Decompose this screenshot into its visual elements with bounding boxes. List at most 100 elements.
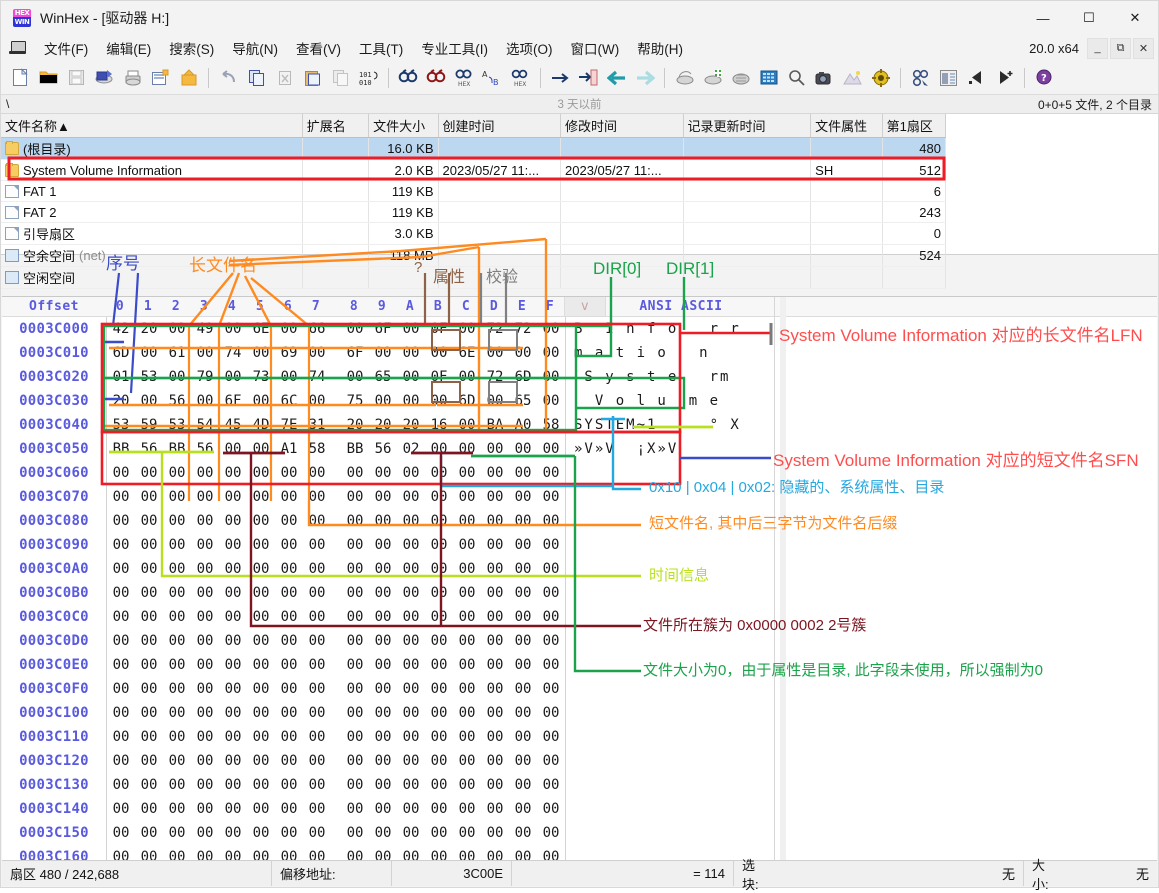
hex-byte[interactable]: 00 [397, 825, 425, 841]
hex-byte[interactable]: 00 [107, 537, 135, 553]
hex-byte[interactable]: 56 [163, 393, 191, 409]
hex-byte[interactable]: 00 [247, 393, 275, 409]
hex-byte[interactable]: 20 [397, 417, 425, 433]
hex-byte[interactable]: 00 [191, 609, 219, 625]
hex-byte[interactable]: 00 [453, 489, 481, 505]
hex-byte[interactable]: 00 [397, 465, 425, 481]
hex-byte[interactable]: 00 [135, 657, 163, 673]
hex-byte[interactable]: 00 [425, 561, 453, 577]
hex-byte[interactable]: 6E [247, 321, 275, 337]
hex-byte[interactable]: 00 [341, 489, 369, 505]
hex-byte[interactable]: 00 [163, 369, 191, 385]
open-folder-icon[interactable] [35, 64, 62, 91]
hex-byte[interactable]: 00 [481, 489, 509, 505]
hex-row[interactable]: 0003C0B0 00 00 00 00 00 00 00 00 00 00 00 00 00 00 00 00 [2, 581, 1157, 605]
hex-byte[interactable]: 00 [369, 609, 397, 625]
hex-byte[interactable]: 20 [369, 417, 397, 433]
hex-byte[interactable]: 00 [453, 441, 481, 457]
hex-byte[interactable]: 00 [481, 633, 509, 649]
hex-byte[interactable]: 00 [107, 825, 135, 841]
hex-byte[interactable]: 00 [219, 369, 247, 385]
hex-byte[interactable]: 00 [275, 561, 303, 577]
hex-byte[interactable]: 00 [107, 849, 135, 860]
hex-byte[interactable]: 6D [453, 393, 481, 409]
hex-byte[interactable]: 00 [481, 825, 509, 841]
hex-byte[interactable]: 00 [509, 825, 537, 841]
hex-byte[interactable]: 00 [303, 753, 331, 769]
hex-byte[interactable]: 00 [275, 705, 303, 721]
hex-byte[interactable]: 00 [537, 369, 565, 385]
hex-byte[interactable]: 56 [191, 441, 219, 457]
hex-byte[interactable]: 00 [397, 609, 425, 625]
hex-row-bytes[interactable]: 01 53 00 79 00 73 00 74 00 65 00 0F 00 72 6D 00 [106, 365, 566, 389]
hex-row[interactable]: 0003C100 00 00 00 00 00 00 00 00 00 00 00 00 00 00 00 00 [2, 701, 1157, 725]
hex-row[interactable]: 0003C0C0 00 00 00 00 00 00 00 00 00 00 00 00 00 00 00 00 [2, 605, 1157, 629]
hex-row-bytes[interactable]: 20 00 56 00 6F 00 6C 00 75 00 00 00 6D 00 65 00 [106, 389, 566, 413]
hex-byte[interactable]: 00 [341, 585, 369, 601]
hex-byte[interactable]: 00 [537, 753, 565, 769]
settings-icon[interactable] [867, 64, 894, 91]
hex-row-bytes[interactable]: 00 00 00 00 00 00 00 00 00 00 00 00 00 00 00 00 [106, 581, 566, 605]
hex-byte[interactable]: 00 [341, 633, 369, 649]
hex-byte[interactable]: 00 [275, 825, 303, 841]
col-filesize[interactable]: 文件大小 [368, 114, 439, 138]
hex-byte[interactable]: 00 [369, 801, 397, 817]
hex-byte[interactable]: 00 [425, 513, 453, 529]
hex-byte[interactable]: 00 [107, 561, 135, 577]
hex-byte[interactable]: 00 [425, 657, 453, 673]
hex-byte[interactable]: 00 [481, 609, 509, 625]
hex-byte[interactable]: 00 [341, 753, 369, 769]
hex-byte[interactable]: 00 [509, 801, 537, 817]
hex-byte[interactable]: 00 [369, 729, 397, 745]
hex-byte[interactable]: 00 [369, 345, 397, 361]
hex-byte[interactable]: 00 [191, 513, 219, 529]
hex-byte[interactable]: 00 [341, 801, 369, 817]
hex-byte[interactable]: 00 [425, 465, 453, 481]
hex-byte[interactable]: 00 [303, 729, 331, 745]
hex-byte[interactable]: 00 [275, 321, 303, 337]
mdi-document-icon[interactable] [9, 40, 27, 56]
hex-byte[interactable]: 00 [537, 777, 565, 793]
hex-row-bytes[interactable]: 00 00 00 00 00 00 00 00 00 00 00 00 00 00 00 00 [106, 509, 566, 533]
hex-byte[interactable]: 00 [341, 777, 369, 793]
hex-byte[interactable]: 00 [341, 705, 369, 721]
hex-row[interactable]: 0003C090 00 00 00 00 00 00 00 00 00 00 00 00 00 00 00 00 [2, 533, 1157, 557]
hex-row-bytes[interactable]: 42 20 00 49 00 6E 00 66 00 6F 00 0F 00 72 72 00 [106, 317, 566, 341]
hex-byte[interactable]: 00 [247, 585, 275, 601]
hex-byte[interactable]: 00 [509, 513, 537, 529]
hex-byte[interactable]: 54 [191, 417, 219, 433]
hex-byte[interactable]: 00 [247, 633, 275, 649]
hex-byte[interactable]: 65 [369, 369, 397, 385]
hex-byte[interactable]: 00 [219, 705, 247, 721]
hex-byte[interactable]: 00 [537, 585, 565, 601]
hex-byte[interactable]: 00 [247, 801, 275, 817]
hex-byte[interactable]: 00 [453, 369, 481, 385]
hex-byte[interactable]: 79 [191, 369, 219, 385]
close-button[interactable]: ✕ [1112, 1, 1158, 35]
hex-byte[interactable]: 00 [275, 729, 303, 745]
hex-byte[interactable]: 00 [163, 777, 191, 793]
hex-byte[interactable]: 20 [107, 393, 135, 409]
col-created[interactable]: 创建时间 [438, 114, 562, 138]
hex-byte[interactable]: 00 [397, 321, 425, 337]
hex-byte[interactable]: 00 [397, 585, 425, 601]
hex-byte[interactable]: 00 [425, 681, 453, 697]
hex-byte[interactable]: 00 [107, 753, 135, 769]
hex-byte[interactable]: 00 [481, 465, 509, 481]
hex-row[interactable]: 0003C110 00 00 00 00 00 00 00 00 00 00 00 00 00 00 00 00 [2, 725, 1157, 749]
hex-byte[interactable]: 20 [341, 417, 369, 433]
hex-row-ascii[interactable]: V o l u m e [566, 393, 754, 409]
hex-byte[interactable]: 00 [341, 513, 369, 529]
hex-byte[interactable]: 00 [425, 489, 453, 505]
hex-byte[interactable]: 00 [453, 705, 481, 721]
hex-byte[interactable]: 00 [425, 825, 453, 841]
hex-byte[interactable]: 00 [135, 513, 163, 529]
hex-byte[interactable]: 00 [275, 465, 303, 481]
hex-byte[interactable]: 00 [303, 825, 331, 841]
hex-byte[interactable]: 00 [481, 777, 509, 793]
hex-byte[interactable]: 00 [397, 393, 425, 409]
menu-file[interactable]: 文件(F) [35, 35, 97, 61]
hex-byte[interactable]: 56 [135, 441, 163, 457]
hex-byte[interactable]: 00 [219, 441, 247, 457]
hex-byte[interactable]: 00 [163, 753, 191, 769]
